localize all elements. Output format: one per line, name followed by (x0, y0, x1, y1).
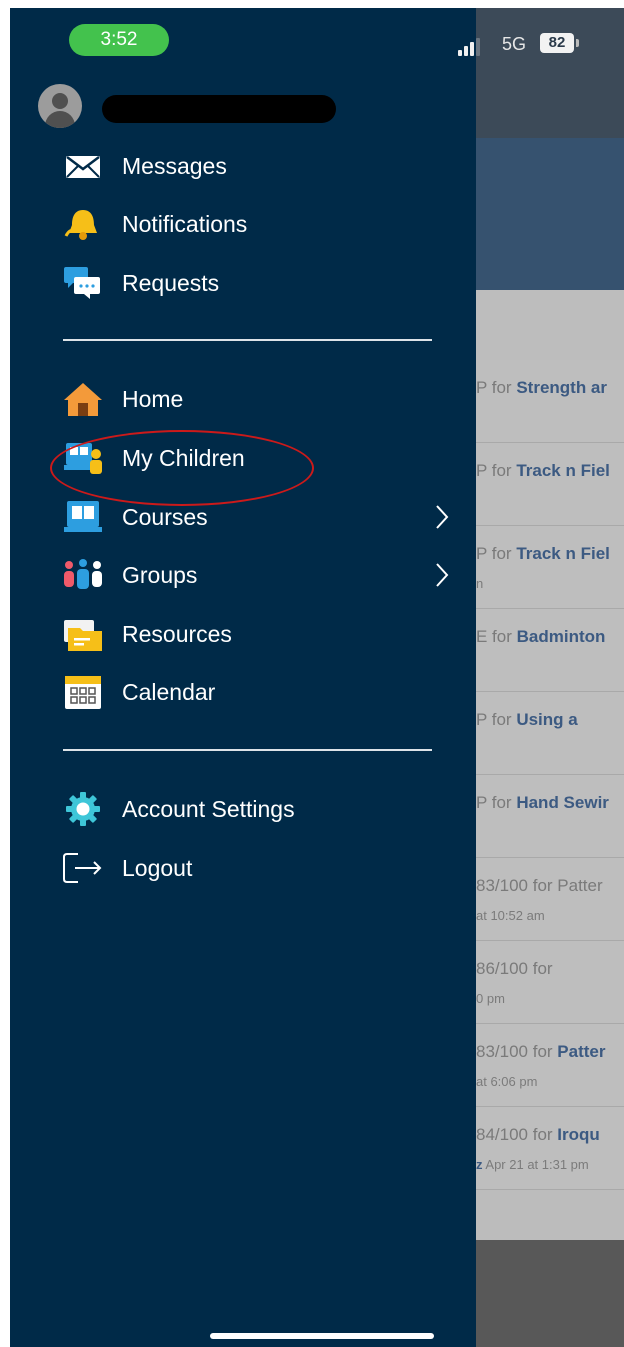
feed-row-prefix: P for (476, 378, 512, 397)
redacted-user-name (102, 95, 336, 123)
house-icon (64, 383, 102, 416)
feed-row[interactable]: P for Hand Sewir (476, 775, 624, 858)
feed-row-prefix: P for (476, 461, 512, 480)
chat-bubbles-icon (64, 267, 100, 299)
menu-label-courses: Courses (122, 504, 208, 530)
feed-row-text: 83/100 for Patter (476, 1042, 605, 1062)
feed-row-text: P for Track n Fiel (476, 461, 610, 481)
menu-label-requests: Requests (122, 270, 220, 296)
menu-label-groups: Groups (122, 562, 198, 588)
feed-row-text: 83/100 for Patter (476, 876, 603, 896)
feed-row-title[interactable]: Iroqu (557, 1125, 600, 1144)
book-icon (64, 501, 102, 532)
menu-item-home[interactable]: Home (62, 374, 472, 424)
feed-row[interactable]: P for Using a (476, 692, 624, 775)
feed-row-title[interactable]: Using a (516, 710, 577, 729)
feed-row-text: 84/100 for Iroqu (476, 1125, 600, 1145)
feed-row-subtitle: z (476, 1157, 483, 1172)
menu-item-resources[interactable]: Resources (62, 609, 472, 659)
background-banner (476, 138, 624, 290)
chevron-right-icon (436, 563, 449, 587)
signal-icon (458, 34, 494, 56)
feed-row-time: 0 pm (476, 991, 505, 1006)
menu-label-notifications: Notifications (122, 211, 248, 237)
background-header (476, 8, 624, 138)
chevron-right-icon (436, 505, 449, 529)
feed-row-subtext: 0 pm (476, 991, 505, 1006)
feed-row-prefix: 83/100 for (476, 1042, 553, 1061)
envelope-icon (66, 156, 100, 178)
feed-row-title[interactable]: Hand Sewir (516, 793, 609, 812)
feed-row-text: P for Track n Fiel (476, 544, 610, 564)
menu-label-resources: Resources (122, 621, 232, 647)
feed-row-prefix: 83/100 for Patter (476, 876, 603, 895)
feed-row-subtext: at 10:52 am (476, 908, 545, 923)
feed-row-title[interactable]: Badminton (517, 627, 606, 646)
feed-row-subtext: n (476, 576, 483, 591)
menu-label-calendar: Calendar (122, 679, 216, 705)
calendar-icon (65, 676, 101, 709)
people-icon (64, 559, 102, 589)
menu-item-notifications[interactable]: Notifications (62, 199, 472, 249)
feed-row-title[interactable]: Track n Fiel (516, 544, 610, 563)
feed-row[interactable]: E for Badminton (476, 609, 624, 692)
battery-tip (576, 39, 579, 47)
feed-row-text: P for Using a (476, 710, 578, 730)
menu-divider (63, 339, 432, 341)
feed-row-text: E for Badminton (476, 627, 605, 647)
menu-divider (63, 749, 432, 751)
menu-item-logout[interactable]: Logout (62, 843, 472, 893)
background-subheader (476, 290, 624, 361)
background-footer (476, 1240, 624, 1347)
status-time: 3:52 (69, 24, 169, 56)
feed-row-subtext: z Apr 21 at 1:31 pm (476, 1157, 589, 1172)
feed-row-prefix: P for (476, 710, 512, 729)
phone-screen: P for Strength ar P for Track n Fiel P for… (10, 8, 624, 1347)
feed-row[interactable]: 84/100 for Iroqu z Apr 21 at 1:31 pm (476, 1107, 624, 1190)
feed-row-prefix: 86/100 for (476, 959, 553, 978)
feed-row-title[interactable]: Strength ar (516, 378, 607, 397)
feed-row[interactable]: 86/100 for 0 pm (476, 941, 624, 1024)
bell-icon (64, 210, 97, 240)
battery-icon: 82 (540, 33, 574, 53)
network-label: 5G (502, 34, 527, 54)
feed-row-prefix: 84/100 for (476, 1125, 553, 1144)
menu-item-calendar[interactable]: Calendar (62, 667, 472, 717)
feed-row-subtext: at 6:06 pm (476, 1074, 537, 1089)
feed-row-prefix: P for (476, 544, 512, 563)
feed-row-text: 86/100 for (476, 959, 553, 979)
feed-row[interactable]: P for Track n Fiel n (476, 526, 624, 609)
feed-row-time: at 10:52 am (476, 908, 545, 923)
feed-row-text: P for Strength ar (476, 378, 607, 398)
menu-label-logout: Logout (122, 855, 193, 881)
feed-row[interactable]: 83/100 for Patter at 6:06 pm (476, 1024, 624, 1107)
menu-item-account-settings[interactable]: Account Settings (62, 784, 472, 834)
gear-icon (66, 792, 100, 826)
feed-row[interactable]: P for Track n Fiel (476, 443, 624, 526)
menu-label-home: Home (122, 386, 184, 412)
feed-row-time: n (476, 576, 484, 591)
feed-row-title[interactable]: Patter (557, 1042, 605, 1061)
logout-arrow-icon (63, 853, 102, 883)
background-feed: P for Strength ar P for Track n Fiel P for… (476, 360, 624, 1190)
feed-row-time: Apr 21 at 1:31 pm (485, 1157, 589, 1172)
avatar[interactable] (38, 84, 82, 128)
feed-row[interactable]: 83/100 for Patter at 10:52 am (476, 858, 624, 941)
feed-row-prefix: E for (476, 627, 512, 646)
menu-item-groups[interactable]: Groups (62, 550, 472, 600)
menu-item-messages[interactable]: Messages (62, 141, 472, 191)
feed-row-text: P for Hand Sewir (476, 793, 609, 813)
feed-row-title[interactable]: Track n Fiel (516, 461, 610, 480)
highlight-ring (50, 430, 314, 506)
home-indicator[interactable] (210, 1333, 434, 1339)
feed-row[interactable]: P for Strength ar (476, 360, 624, 443)
background-app[interactable]: P for Strength ar P for Track n Fiel P for… (476, 8, 624, 1347)
menu-label-messages: Messages (122, 153, 227, 179)
feed-row-time: at 6:06 pm (476, 1074, 538, 1089)
menu-item-requests[interactable]: Requests (62, 258, 472, 308)
menu-label-account-settings: Account Settings (122, 796, 295, 822)
folders-icon (64, 620, 102, 651)
feed-row-prefix: P for (476, 793, 512, 812)
